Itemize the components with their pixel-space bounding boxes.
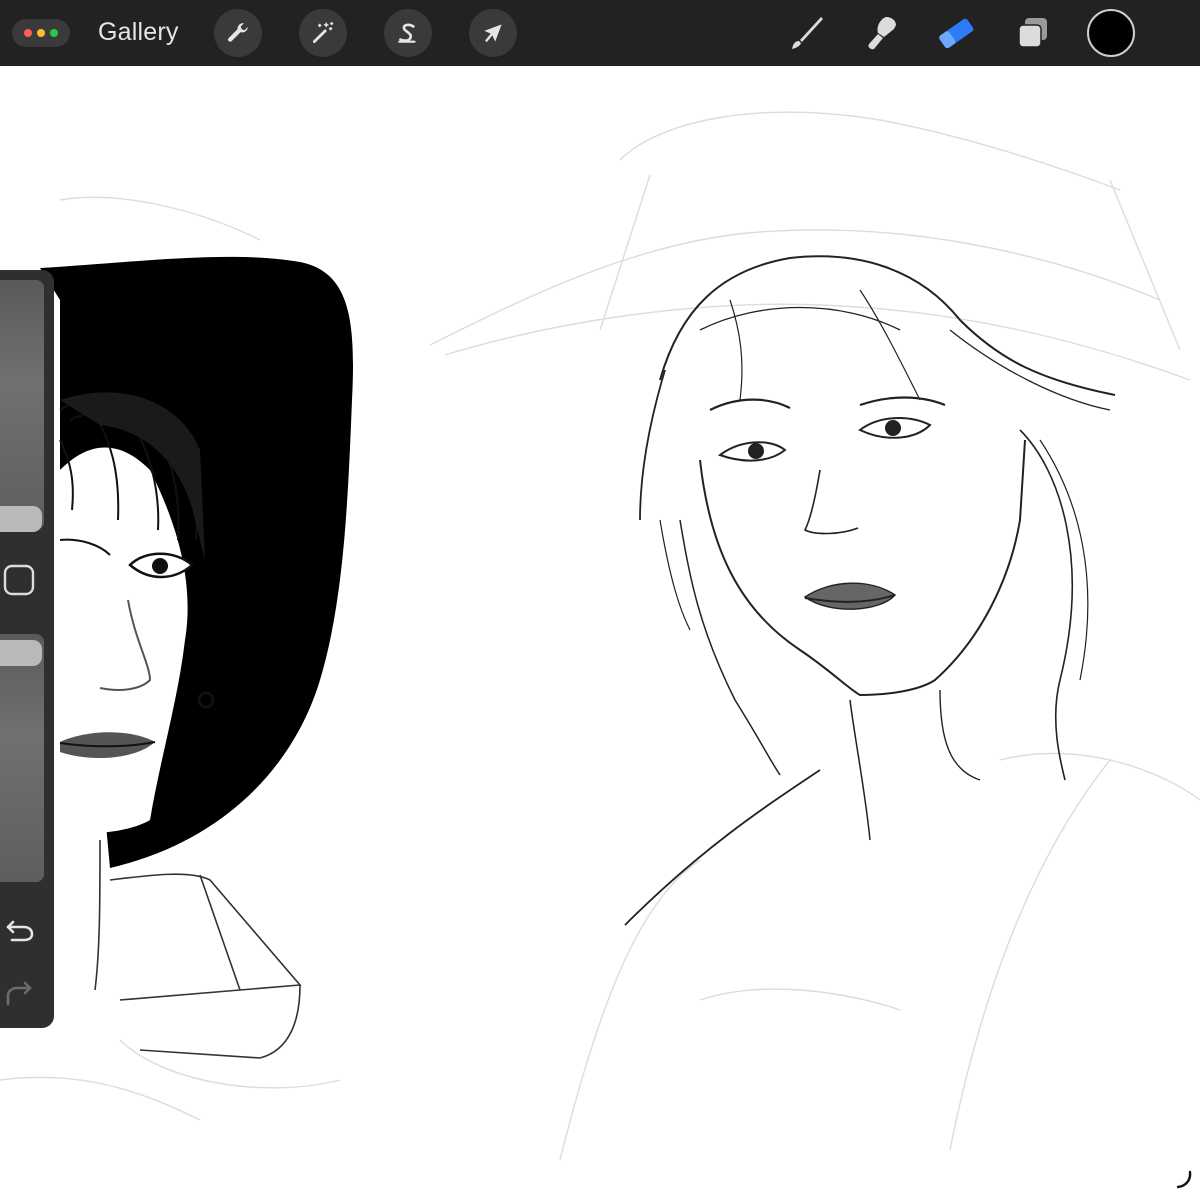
opacity-slider[interactable] <box>0 634 44 882</box>
red-dot-icon <box>24 29 32 37</box>
brush-icon <box>786 13 826 53</box>
smudge-icon <box>860 13 900 53</box>
paint-brush-button[interactable] <box>784 11 828 55</box>
redo-icon <box>4 976 36 1008</box>
smudge-button[interactable] <box>858 11 902 55</box>
canvas-corner-handle-icon[interactable] <box>1172 1168 1194 1190</box>
top-toolbar: Gallery <box>0 0 1200 66</box>
undo-button[interactable] <box>0 910 40 950</box>
opacity-thumb[interactable] <box>0 640 42 666</box>
eraser-icon <box>934 11 978 55</box>
brush-size-thumb[interactable] <box>0 506 42 532</box>
wrench-icon <box>225 20 251 46</box>
window-menu-button[interactable] <box>12 19 70 47</box>
arrow-cursor-icon <box>480 20 506 46</box>
brush-size-slider[interactable] <box>0 280 44 532</box>
drawing-canvas[interactable] <box>0 66 1200 1200</box>
modify-button[interactable] <box>0 560 40 600</box>
artwork <box>0 111 1200 1161</box>
selection-s-icon <box>395 20 421 46</box>
adjustments-button[interactable] <box>299 9 347 57</box>
eraser-button[interactable] <box>934 11 978 55</box>
layers-button[interactable] <box>1011 11 1055 55</box>
magic-wand-icon <box>310 20 336 46</box>
left-sidebar <box>0 270 54 1028</box>
yellow-dot-icon <box>37 29 45 37</box>
green-dot-icon <box>50 29 58 37</box>
selection-button[interactable] <box>384 9 432 57</box>
color-picker-button[interactable] <box>1087 9 1135 57</box>
actions-button[interactable] <box>214 9 262 57</box>
transform-button[interactable] <box>469 9 517 57</box>
layers-icon <box>1014 14 1052 52</box>
redo-button[interactable] <box>0 972 40 1012</box>
gallery-button[interactable]: Gallery <box>98 18 179 47</box>
undo-icon <box>4 914 36 946</box>
modify-square-icon <box>3 563 37 597</box>
